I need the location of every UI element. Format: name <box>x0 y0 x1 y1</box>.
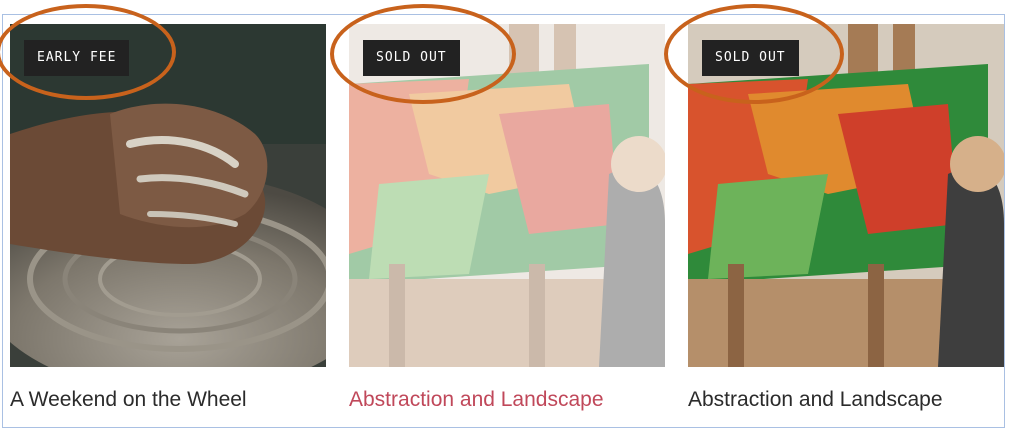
painting-image[interactable]: SOLD OUT <box>688 24 1004 367</box>
event-title[interactable]: Abstraction and Landscape <box>688 388 943 412</box>
event-card-abstraction-1[interactable]: SOLD OUT Abstraction and Landscape <box>349 24 665 411</box>
pottery-image[interactable]: EARLY FEE <box>10 24 326 367</box>
painting-image[interactable]: SOLD OUT <box>349 24 665 367</box>
event-card-pottery[interactable]: EARLY FEE A Weekend on the Wheel <box>10 24 326 411</box>
event-title[interactable]: Abstraction and Landscape <box>349 388 604 412</box>
event-title[interactable]: A Weekend on the Wheel <box>10 388 247 412</box>
early-fee-badge: EARLY FEE <box>24 40 130 76</box>
event-card-abstraction-2[interactable]: SOLD OUT Abstraction and Landscape <box>688 24 1004 411</box>
sold-out-badge: SOLD OUT <box>702 40 799 76</box>
sold-out-badge: SOLD OUT <box>363 40 460 76</box>
